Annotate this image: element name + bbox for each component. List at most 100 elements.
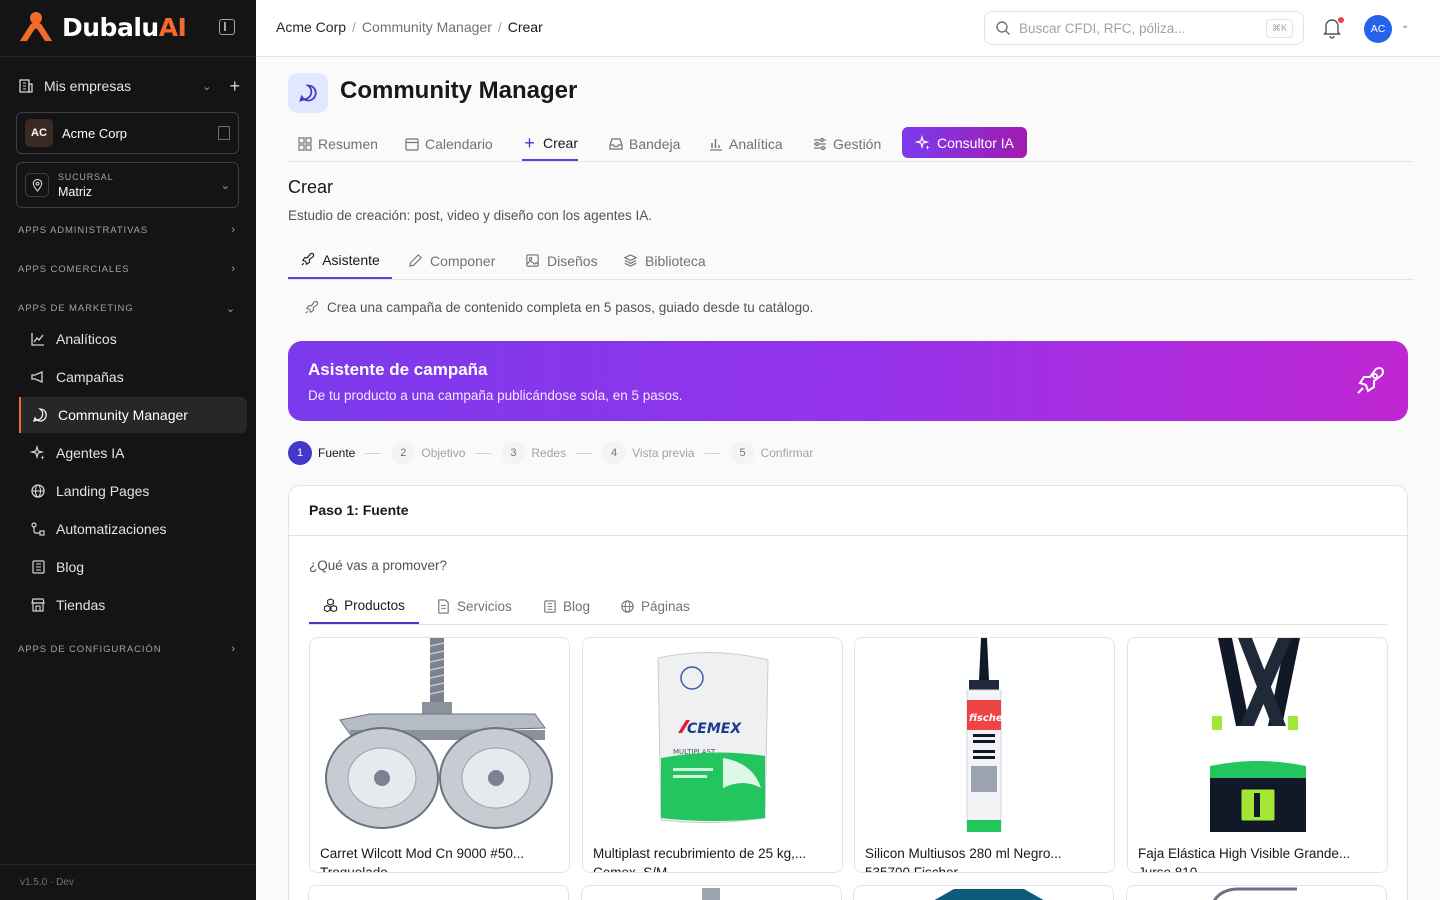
store-icon	[29, 597, 46, 614]
sidebar-item-agentes-ia[interactable]: Agentes IA	[19, 435, 247, 471]
breadcrumb-item[interactable]: Acme Corp	[276, 19, 346, 35]
sidebar-item-label: Automatizaciones	[56, 521, 167, 537]
step-number: 1	[288, 441, 312, 465]
tab-analitica[interactable]: Analítica	[708, 127, 783, 161]
chevron-down-icon[interactable]: ⌄	[1401, 20, 1409, 31]
breadcrumb-separator: /	[497, 19, 502, 35]
tab-label: Gestión	[833, 136, 882, 152]
section-label: APPS COMERCIALES	[18, 263, 130, 275]
user-avatar[interactable]: AC	[1364, 15, 1392, 43]
section-apps-administrativas[interactable]: APPS ADMINISTRATIVAS ›	[18, 224, 236, 236]
sidebar-item-landing-pages[interactable]: Landing Pages	[19, 473, 247, 509]
sidebar-item-tiendas[interactable]: Tiendas	[19, 587, 247, 623]
sidebar-item-analiticos[interactable]: Analíticos	[19, 321, 247, 357]
tab-bandeja[interactable]: Bandeja	[608, 127, 680, 161]
product-image	[309, 886, 568, 900]
product-card[interactable]	[581, 885, 842, 900]
product-card[interactable]: CEMEX MULTIPLAST Multiplast recubrimient…	[582, 637, 843, 873]
sidebar-item-label: Community Manager	[58, 407, 188, 423]
tab-label: Resumen	[318, 136, 378, 152]
consultor-label: Consultor IA	[936, 134, 1015, 151]
tab-paginas[interactable]: Páginas	[620, 588, 690, 624]
product-card[interactable]	[308, 885, 569, 900]
step-redes[interactable]: 3 Redes	[501, 441, 566, 465]
sidebar: DubaluAI Mis empresas ⌄ + AC Acme Corp S…	[0, 0, 256, 900]
brand-logo[interactable]: DubaluAI	[18, 11, 187, 43]
step-objetivo[interactable]: 2 Objetivo	[391, 441, 465, 465]
product-name: Carret Wilcott Mod Cn 9000 #50... Troquel…	[320, 846, 525, 873]
mis-empresas-header[interactable]: Mis empresas ⌄ +	[18, 75, 240, 97]
logo-mark-icon	[20, 12, 52, 41]
sidebar-item-automatizaciones[interactable]: Automatizaciones	[19, 511, 247, 547]
product-card[interactable]	[1126, 885, 1387, 900]
breadcrumb-item[interactable]: Community Manager	[362, 19, 492, 35]
tab-label: Servicios	[457, 598, 512, 614]
section-label: APPS ADMINISTRATIVAS	[18, 224, 149, 236]
sidebar-collapse-icon[interactable]	[219, 19, 235, 35]
product-brand-text: fischer	[969, 713, 1009, 724]
consultor-ia-button[interactable]: Consultor IA	[902, 127, 1027, 158]
step-card: Paso 1: Fuente ¿Qué vas a promover? Prod…	[288, 485, 1408, 900]
step-number: 3	[501, 441, 526, 465]
section-apps-marketing[interactable]: APPS DE MARKETING ⌄	[18, 302, 236, 315]
chevron-down-icon[interactable]: ⌄	[221, 179, 230, 192]
sidebar-item-campanas[interactable]: Campañas	[19, 359, 247, 395]
search-icon	[996, 21, 1010, 35]
chevron-down-icon: ⌄	[225, 303, 236, 315]
step-number: 5	[730, 441, 755, 465]
tab-servicios[interactable]: Servicios	[436, 588, 512, 624]
tab-blog[interactable]: Blog	[542, 588, 590, 624]
chat-bubble-icon	[31, 407, 48, 424]
product-image	[325, 638, 553, 829]
step-vista-previa[interactable]: 4 Vista previa	[602, 441, 695, 465]
tab-componer[interactable]: Componer	[408, 242, 495, 279]
wizard-steps: 1 Fuente 2 Objetivo 3 Redes 4 Vista prev…	[288, 441, 813, 465]
globe-icon	[621, 599, 634, 613]
chevron-down-icon[interactable]: ⌄	[202, 80, 211, 93]
topbar: Acme Corp / Community Manager / Crear Bu…	[256, 0, 1440, 57]
product-card[interactable]: fischer Silicon Multiusos 280 ml Negro..…	[854, 637, 1115, 873]
branch-selector[interactable]: SUCURSAL Matriz ⌄	[16, 162, 239, 208]
search-input[interactable]: Buscar CFDI, RFC, póliza... ⌘K	[984, 11, 1304, 45]
divider	[0, 56, 256, 57]
section-apps-configuracion[interactable]: APPS DE CONFIGURACIÓN ›	[18, 643, 236, 655]
section-apps-comerciales[interactable]: APPS COMERCIALES ›	[18, 263, 236, 275]
tab-productos[interactable]: Productos	[309, 588, 419, 624]
sidebar-item-label: Tiendas	[56, 597, 106, 613]
add-company-icon[interactable]: +	[229, 76, 240, 97]
breadcrumb-current: Crear	[507, 19, 543, 35]
tab-crear[interactable]: + Crear	[522, 127, 579, 161]
tab-gestion[interactable]: Gestión	[812, 127, 881, 161]
tab-asistente[interactable]: Asistente	[288, 242, 392, 279]
step-label: Confirmar	[760, 446, 814, 460]
tab-label: Blog	[563, 598, 591, 614]
product-card[interactable]: Carret Wilcott Mod Cn 9000 #50... Troquel…	[309, 637, 570, 873]
company-selector[interactable]: AC Acme Corp	[16, 112, 239, 154]
tab-biblioteca[interactable]: Biblioteca	[623, 242, 706, 279]
product-card[interactable]	[853, 885, 1114, 900]
step-fuente[interactable]: 1 Fuente	[288, 441, 355, 465]
section-label: APPS DE CONFIGURACIÓN	[18, 643, 162, 655]
company-name: Acme Corp	[62, 125, 128, 141]
chat-bubble-icon	[288, 73, 328, 113]
tab-label: Crear	[543, 135, 579, 151]
product-image: fischer	[966, 638, 1009, 832]
tab-label: Componer	[430, 252, 496, 269]
section-title: Crear	[288, 177, 334, 197]
product-card[interactable]: Faja Elástica High Visible Grande... Jurs…	[1127, 637, 1388, 873]
campaign-wizard-banner: Asistente de campaña De tu producto a un…	[288, 341, 1408, 421]
sparkles-icon	[914, 134, 930, 150]
sidebar-item-blog[interactable]: Blog	[19, 549, 247, 585]
tab-calendario[interactable]: Calendario	[404, 127, 493, 161]
tab-disenos[interactable]: Diseños	[525, 242, 598, 279]
sidebar-item-label: Blog	[56, 559, 85, 575]
newspaper-icon	[544, 599, 556, 613]
tab-label: Diseños	[547, 252, 598, 269]
step-confirmar[interactable]: 5 Confirmar	[730, 441, 814, 465]
branch-value: Matriz	[58, 184, 93, 199]
tab-resumen[interactable]: Resumen	[297, 127, 378, 161]
chevron-right-icon: ›	[231, 263, 236, 275]
chevron-right-icon: ›	[231, 643, 236, 655]
calendar-icon	[404, 137, 419, 152]
sidebar-item-community-manager[interactable]: Community Manager	[19, 397, 247, 433]
